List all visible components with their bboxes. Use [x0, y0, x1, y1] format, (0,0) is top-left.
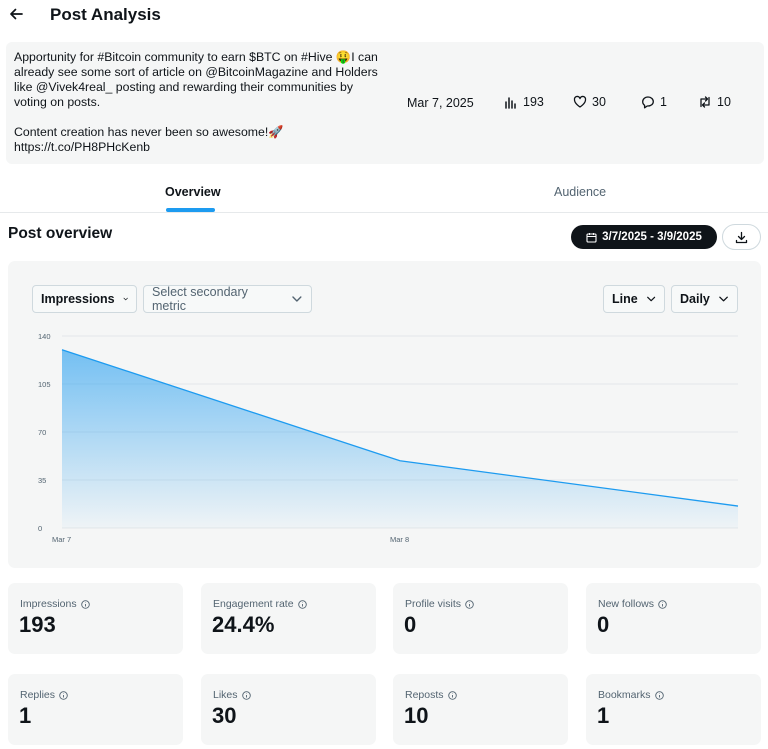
y-tick-label: 140 — [38, 332, 51, 341]
y-tick-label: 35 — [38, 476, 46, 485]
x-tick-label: Mar 8 — [390, 535, 409, 544]
likes-stat[interactable]: 30 — [573, 95, 606, 109]
tab-bar: Overview Audience — [0, 172, 768, 213]
metric-value: 0 — [404, 612, 417, 637]
metric-label: New follows — [598, 598, 667, 610]
heart-icon — [573, 95, 587, 108]
metric-label: Bookmarks — [598, 689, 664, 701]
post-text: Apportunity for #Bitcoin community to ea… — [14, 50, 378, 154]
info-icon — [241, 690, 251, 700]
reply-icon — [642, 96, 654, 109]
info-icon — [297, 599, 307, 609]
likes-count: 30 — [592, 95, 606, 109]
metric-label: Replies — [20, 689, 68, 701]
metric-card-impressions[interactable]: Impressions 193 — [8, 583, 183, 654]
download-icon — [735, 231, 748, 243]
metric-card-profile-visits[interactable]: Profile visits 0 — [393, 583, 568, 654]
y-tick-label: 0 — [38, 524, 42, 533]
impressions-chart: 0 35 70 105 140 Mar 7 Mar 8 — [38, 332, 739, 544]
info-icon — [80, 599, 90, 609]
x-tick-label: Mar 7 — [52, 535, 71, 544]
metric-value: 24.4% — [212, 612, 275, 637]
active-tab-indicator — [166, 208, 215, 212]
reposts-count: 10 — [717, 95, 731, 109]
metric-value: 30 — [212, 703, 237, 728]
page-title: Post Analysis — [50, 5, 161, 24]
replies-stat[interactable]: 1 — [641, 95, 667, 109]
repost-icon — [700, 96, 710, 108]
metric-value: 0 — [597, 612, 610, 637]
metric-card-bookmarks[interactable]: Bookmarks 1 — [586, 674, 761, 745]
metric-card-likes[interactable]: Likes 30 — [201, 674, 376, 745]
date-range-label: 3/7/2025 - 3/9/2025 — [602, 231, 702, 243]
calendar-icon — [586, 232, 597, 243]
metric-value: 193 — [19, 612, 56, 637]
metric-label: Likes — [213, 689, 251, 701]
metric-label: Engagement rate — [213, 598, 307, 610]
metric-card-replies[interactable]: Replies 1 — [8, 674, 183, 745]
tab-overview[interactable]: Overview — [165, 185, 221, 199]
bar-chart-icon — [505, 97, 516, 109]
chart-card: Impressions Select secondary metric Line… — [8, 261, 761, 568]
metric-label: Impressions — [20, 598, 90, 610]
impressions-area — [62, 349, 738, 528]
metric-label: Reposts — [405, 689, 457, 701]
info-icon — [658, 599, 667, 609]
post-date: Mar 7, 2025 — [407, 96, 474, 110]
info-icon — [59, 690, 68, 700]
views-stat[interactable]: 193 — [504, 95, 544, 109]
replies-count: 1 — [660, 95, 667, 109]
metric-card-new-follows[interactable]: New follows 0 — [586, 583, 761, 654]
info-icon — [447, 690, 457, 700]
y-tick-label: 105 — [38, 380, 51, 389]
back-button[interactable] — [6, 4, 26, 24]
info-icon — [465, 599, 474, 609]
metric-value: 10 — [404, 703, 429, 728]
reposts-stat[interactable]: 10 — [698, 95, 731, 109]
metric-value: 1 — [19, 703, 32, 728]
y-tick-label: 70 — [38, 428, 46, 437]
tab-audience[interactable]: Audience — [554, 185, 606, 199]
header: Post Analysis — [0, 0, 768, 36]
post-card[interactable]: Apportunity for #Bitcoin community to ea… — [6, 42, 764, 164]
download-button[interactable] — [722, 224, 761, 250]
views-count: 193 — [523, 95, 544, 109]
metric-label: Profile visits — [405, 598, 474, 610]
date-range-button[interactable]: 3/7/2025 - 3/9/2025 — [571, 225, 717, 249]
info-icon — [654, 690, 664, 700]
section-title: Post overview — [8, 225, 113, 242]
metric-card-reposts[interactable]: Reposts 10 — [393, 674, 568, 745]
metric-card-engagement-rate[interactable]: Engagement rate 24.4% — [201, 583, 376, 654]
arrow-left-icon — [10, 8, 23, 20]
metric-value: 1 — [597, 703, 610, 728]
